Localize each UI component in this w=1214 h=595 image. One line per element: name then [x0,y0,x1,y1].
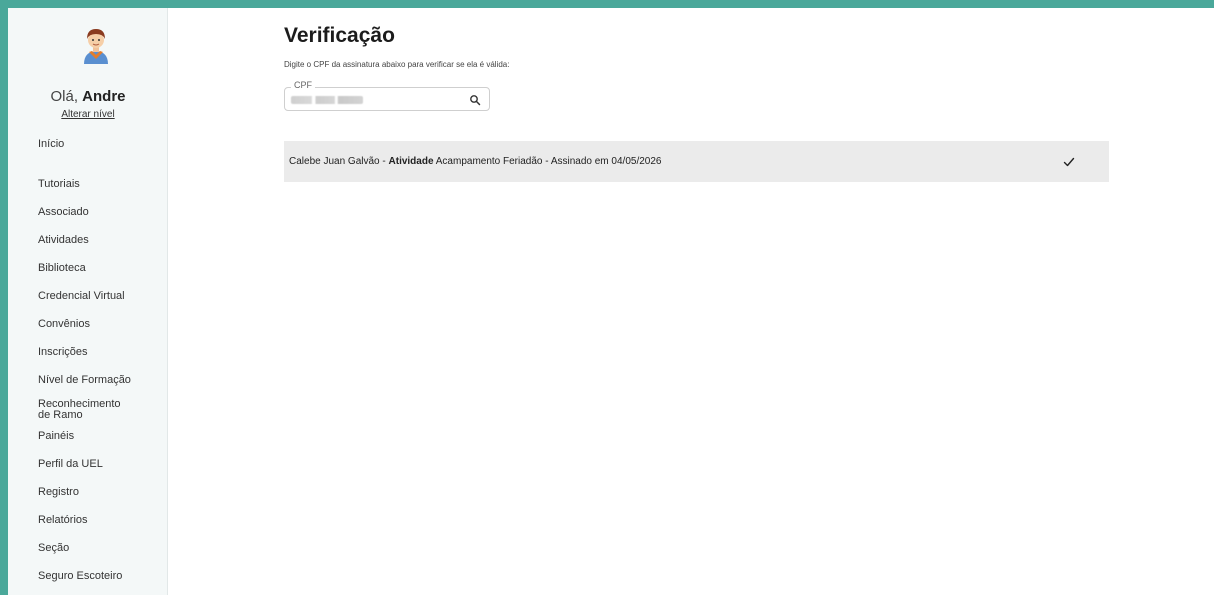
sidebar-item-associado[interactable]: Associado [38,207,89,218]
separator: - [379,156,389,167]
verification-result-text: Calebe Juan Galvão - Atividade Acampamen… [289,156,661,167]
sidebar-item-credencial-virtual[interactable]: Credencial Virtual [38,291,125,302]
sidebar-item-paineis[interactable]: Painéis [38,431,74,442]
sidebar: Olá, Andre Alterar nível Início Tutoriai… [8,8,168,595]
sidebar-item-inscricoes[interactable]: Inscrições [38,347,88,358]
left-accent-bar [0,8,8,595]
page-title: Verificação [284,24,395,47]
top-accent-bar [0,0,1214,8]
sidebar-item-reconhecimento-de-ramo[interactable]: Reconhecimento de Ramo [38,399,133,421]
verification-result-row: Calebe Juan Galvão - Atividade Acampamen… [284,141,1109,182]
separator: - [542,156,551,167]
avatar [84,29,108,64]
sidebar-item-relatorios[interactable]: Relatórios [38,515,88,526]
cpf-value-blurred [291,96,363,104]
signed-date: Assinado em 04/05/2026 [550,156,662,167]
sidebar-item-secao[interactable]: Seção [38,543,69,554]
sidebar-item-registro[interactable]: Registro [38,487,79,498]
sidebar-item-tutoriais[interactable]: Tutoriais [38,179,80,190]
check-icon [1063,157,1075,167]
activity-name: Acampamento Feriadão [433,156,543,167]
user-name: Andre [82,88,126,105]
cpf-input[interactable] [284,87,490,111]
sidebar-item-perfil-da-uel[interactable]: Perfil da UEL [38,459,103,470]
activity-label: Atividade [388,156,434,167]
user-greeting: Olá, Andre [8,88,168,105]
sidebar-item-nivel-de-formacao[interactable]: Nível de Formação [38,375,131,386]
sidebar-item-biblioteca[interactable]: Biblioteca [38,263,86,274]
greeting-prefix: Olá, [50,88,78,105]
signer-name: Calebe Juan Galvão [289,156,380,167]
change-level-link[interactable]: Alterar nível [8,109,168,120]
search-icon[interactable] [469,94,481,106]
cpf-field-label: CPF [291,80,315,90]
sidebar-item-convenios[interactable]: Convênios [38,319,90,330]
sidebar-item-inicio[interactable]: Início [38,139,64,150]
page-subtitle: Digite o CPF da assinatura abaixo para v… [284,60,510,69]
sidebar-item-seguro-escoteiro[interactable]: Seguro Escoteiro [38,571,122,582]
sidebar-item-atividades[interactable]: Atividades [38,235,89,246]
